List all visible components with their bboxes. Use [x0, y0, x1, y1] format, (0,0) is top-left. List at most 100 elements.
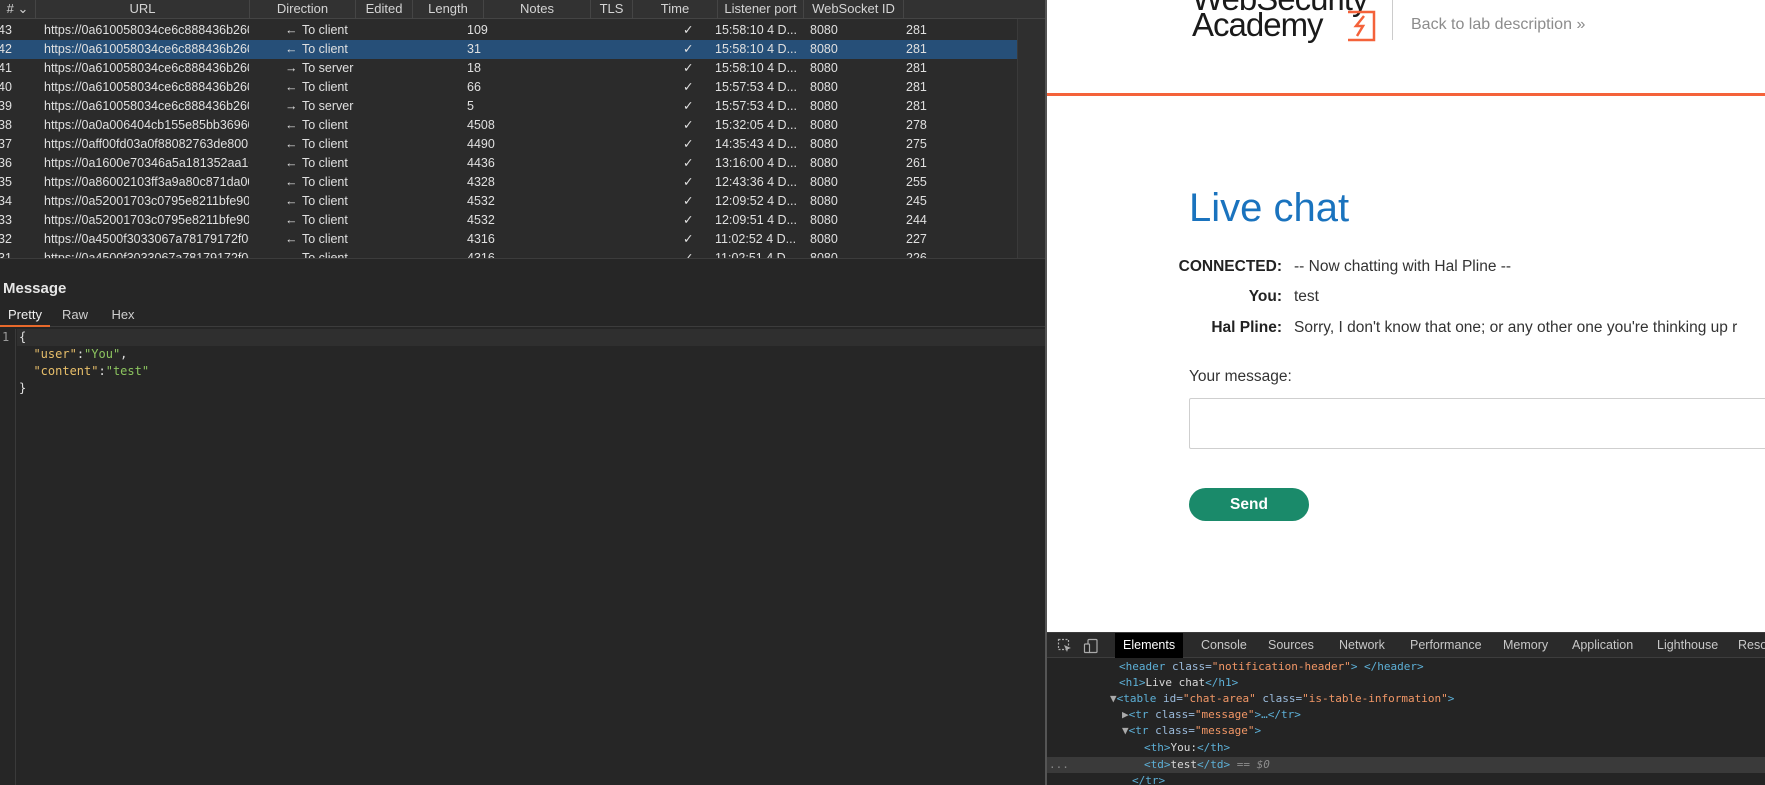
- dom-node-table[interactable]: ▼<table id="chat-area" class="is-table-i…: [1110, 691, 1454, 707]
- dom-node-h1[interactable]: <h1>Live chat</h1>: [1119, 675, 1238, 691]
- json-comma: ,: [120, 347, 128, 361]
- check-icon: ✓: [683, 213, 694, 227]
- table-row[interactable]: 33 https://0a52001703c0795e8211bfe900... ←…: [0, 211, 1017, 230]
- collapse-triangle-icon[interactable]: ▼: [1110, 692, 1117, 705]
- send-button[interactable]: Send: [1189, 488, 1309, 521]
- websecurity-academy-logo[interactable]: WebSecurity Academy: [1192, 0, 1392, 46]
- col-notes-header[interactable]: Notes: [484, 0, 591, 19]
- check-icon: ✓: [683, 61, 694, 75]
- row-length: 18: [467, 61, 481, 75]
- devtools-tab-resou[interactable]: Resou: [1730, 633, 1765, 658]
- devtools-tab-memory[interactable]: Memory: [1495, 633, 1556, 658]
- table-row[interactable]: 31 https://0a4500f3033067a78179172f00... ←…: [0, 249, 1017, 258]
- table-row[interactable]: 32 https://0a4500f3033067a78179172f00... ←…: [0, 230, 1017, 249]
- tag-open: <h1>: [1119, 676, 1146, 689]
- table-row[interactable]: 37 https://0aff00fd03a0f88082763de8001...…: [0, 135, 1017, 154]
- table-row[interactable]: 42 https://0a610058034ce6c888436b260... ← T…: [0, 40, 1017, 59]
- table-row[interactable]: 38 https://0a0a006404cb155e85bb36960... ← T…: [0, 116, 1017, 135]
- node-text: You:: [1170, 741, 1198, 754]
- row-port: 8080: [810, 156, 838, 170]
- dom-node-tr-expanded[interactable]: ▼<tr class="message">: [1122, 723, 1261, 739]
- devtools-tab-lighthouse[interactable]: Lighthouse: [1649, 633, 1726, 658]
- table-row[interactable]: 36 https://0a1600e70346a5a181352aa10... ← T…: [0, 154, 1017, 173]
- code-line: }: [19, 380, 26, 397]
- tag-open: <tr: [1128, 708, 1156, 721]
- row-time: 15:57:53 4 D...: [715, 99, 798, 113]
- col-time-header[interactable]: Time: [633, 0, 718, 19]
- table-row[interactable]: 40 https://0a610058034ce6c888436b260... ← T…: [0, 78, 1017, 97]
- row-direction: To client: [302, 156, 348, 170]
- tab-raw[interactable]: Raw: [52, 303, 98, 327]
- attr-name: class=: [1171, 660, 1212, 673]
- collapse-triangle-icon[interactable]: ▼: [1122, 724, 1129, 737]
- col-wsid-header[interactable]: WebSocket ID: [804, 0, 904, 19]
- row-length: 66: [467, 80, 481, 94]
- burp-websocket-history: # ⌄ URL Direction Edited Length Notes TL…: [0, 0, 1045, 785]
- row-direction: To client: [302, 175, 348, 189]
- table-scrollbar[interactable]: [1017, 19, 1045, 258]
- row-time: 11:02:51 4 D...: [715, 251, 797, 258]
- devtools-tab-application[interactable]: Application: [1564, 633, 1641, 658]
- double-chevron-right-icon: »: [1576, 16, 1586, 33]
- row-direction: To client: [302, 80, 348, 94]
- row-url: https://0aff00fd03a0f88082763de8001...: [44, 137, 249, 151]
- devtools-tab-console[interactable]: Console: [1193, 633, 1255, 658]
- row-direction: To server: [302, 61, 354, 75]
- row-port: 8080: [810, 213, 838, 227]
- col-direction-header[interactable]: Direction: [250, 0, 356, 19]
- dom-node-tr-collapsed[interactable]: ▶<tr class="message">…</tr>: [1122, 707, 1301, 723]
- tab-pretty[interactable]: Pretty: [0, 303, 50, 327]
- json-key: "content": [33, 364, 99, 378]
- chat-text: -- Now chatting with Hal Pline --: [1294, 258, 1512, 275]
- inspect-element-icon[interactable]: [1057, 638, 1073, 654]
- node-actions-dots[interactable]: ...: [1049, 757, 1069, 773]
- row-length: 4508: [467, 118, 495, 132]
- row-time: 12:09:52 4 D...: [715, 194, 798, 208]
- col-port-header[interactable]: Listener port: [718, 0, 804, 19]
- json-brace-close: }: [19, 381, 27, 395]
- devtools-tab-elements[interactable]: Elements: [1115, 633, 1184, 658]
- browser-viewport: WebSecurity Academy Back to lab descript…: [1045, 0, 1765, 785]
- row-num: 39: [0, 99, 12, 113]
- row-time: 15:58:10 4 D...: [715, 23, 798, 37]
- tab-hex[interactable]: Hex: [100, 303, 146, 327]
- chevron-down-icon: ⌄: [17, 1, 29, 16]
- dom-node-tr-close[interactable]: </tr>: [1132, 773, 1165, 785]
- row-websocket-id: 278: [906, 118, 927, 132]
- table-row[interactable]: 35 https://0a86002103ff3a9a80c871da00... ←…: [0, 173, 1017, 192]
- academy-header: WebSecurity Academy Back to lab descript…: [1047, 0, 1765, 96]
- device-toolbar-icon[interactable]: [1083, 638, 1099, 654]
- dom-node-th[interactable]: <th>You:</th>: [1144, 740, 1230, 756]
- row-num: 31: [0, 251, 12, 258]
- row-direction: To client: [302, 42, 348, 56]
- table-row[interactable]: 41 https://0a610058034ce6c888436b260... → T…: [0, 59, 1017, 78]
- row-time: 15:58:10 4 D...: [715, 61, 798, 75]
- dom-node-header[interactable]: <header class="notification-header"> </h…: [1119, 659, 1424, 675]
- devtools-tab-sources[interactable]: Sources: [1260, 633, 1322, 658]
- col-url-header[interactable]: URL: [36, 0, 250, 19]
- table-row[interactable]: 34 https://0a52001703c0795e8211bfe900... ←…: [0, 192, 1017, 211]
- row-time: 15:32:05 4 D...: [715, 118, 798, 132]
- message-editor[interactable]: 1 { "user":"You", "content":"test" }: [0, 329, 1045, 785]
- col-tls-header[interactable]: TLS: [591, 0, 633, 19]
- attr-value: "notification-header": [1211, 660, 1351, 673]
- table-header: # ⌄ URL Direction Edited Length Notes TL…: [0, 0, 1045, 19]
- back-to-lab-link[interactable]: Back to lab description »: [1411, 16, 1585, 34]
- attr-name: class=: [1155, 724, 1195, 737]
- table-row[interactable]: 39 https://0a610058034ce6c888436b260... → T…: [0, 97, 1017, 116]
- devtools-tab-performance[interactable]: Performance: [1402, 633, 1490, 658]
- devtools-tab-network[interactable]: Network: [1331, 633, 1393, 658]
- col-edited-header[interactable]: Edited: [356, 0, 413, 19]
- check-icon: ✓: [683, 42, 694, 56]
- dom-node-td-selected[interactable]: <td>test</td> == $0: [1144, 757, 1270, 773]
- json-brace-open: {: [19, 330, 27, 344]
- message-input[interactable]: [1189, 398, 1765, 449]
- col-num-header[interactable]: # ⌄: [0, 0, 36, 19]
- check-icon: ✓: [683, 156, 694, 170]
- col-length-header[interactable]: Length: [413, 0, 484, 19]
- row-url: https://0a4500f3033067a78179172f00...: [44, 251, 249, 258]
- attr-value: "chat-area": [1182, 692, 1256, 705]
- expand-triangle-icon[interactable]: ▶: [1122, 708, 1129, 721]
- row-url: https://0a52001703c0795e8211bfe900...: [44, 213, 249, 227]
- table-row[interactable]: 43 https://0a610058034ce6c888436b260... ← T…: [0, 21, 1017, 40]
